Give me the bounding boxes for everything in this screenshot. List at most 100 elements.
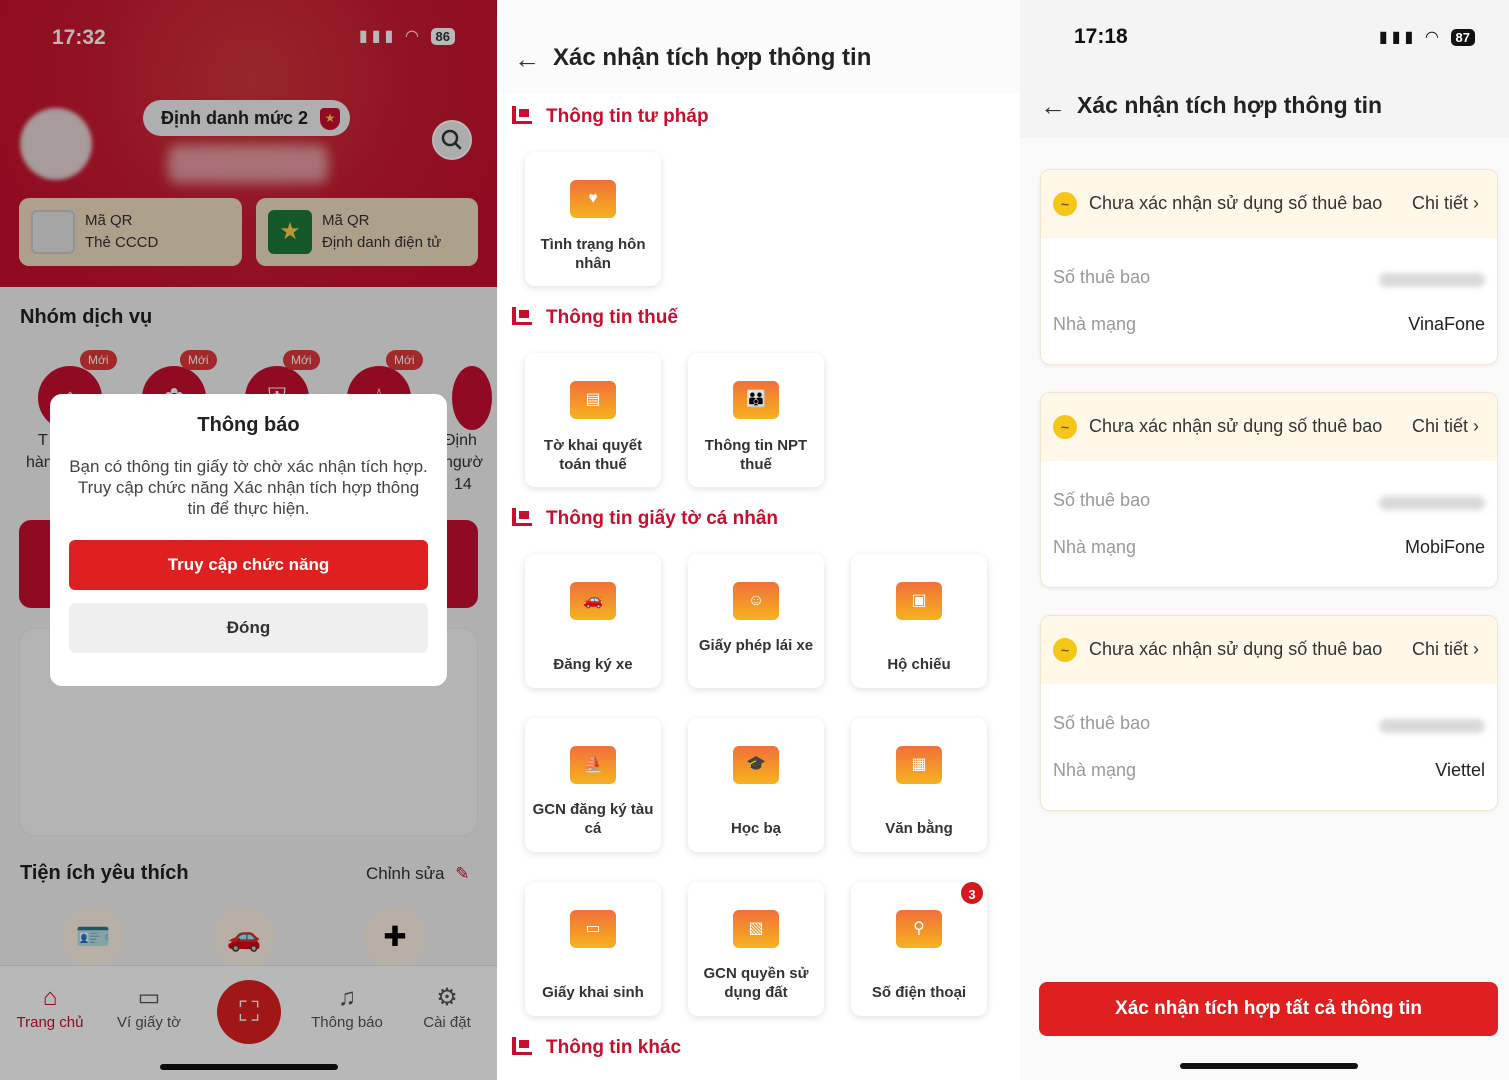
tile-label: Tình trạng hôn nhân — [540, 236, 646, 272]
section-personal-docs: Thông tin giấy tờ cá nhân — [512, 508, 778, 530]
tile-diploma[interactable]: ▦ Văn bằng — [851, 718, 987, 852]
subscription-status: Chưa xác nhận sử dụng số thuê bao — [1089, 416, 1383, 436]
subscriber-number-blurred — [1379, 271, 1485, 292]
carrier-value: MobiFone — [1404, 537, 1485, 557]
tile-marital-status[interactable]: ♥ Tình trạng hôn nhân — [525, 152, 661, 286]
count-badge: 3 — [959, 880, 985, 906]
detail-link[interactable]: Chi tiết › — [1412, 193, 1479, 214]
detail-link[interactable]: Chi tiết › — [1412, 416, 1479, 437]
tile-birth-certificate[interactable]: ▭ Giấy khai sinh — [525, 882, 661, 1016]
carrier-value: VinaFone — [1408, 314, 1485, 334]
section-icon — [512, 106, 532, 124]
modal-message: Bạn có thông tin giấy tờ chờ xác nhận tí… — [69, 457, 428, 518]
driver-icon: ☺ — [733, 582, 779, 620]
notification-modal: Thông báo Bạn có thông tin giấy tờ chờ x… — [50, 394, 447, 686]
diploma-icon: ▦ — [896, 746, 942, 784]
section-title: Thông tin giấy tờ cá nhân — [546, 508, 779, 529]
tile-land-use-certificate[interactable]: ▧ GCN quyền sử dụng đất — [688, 882, 824, 1016]
home-screen: 17:32 ▮▮▮ ◠ 86 Định danh mức 2 ★ Mã QR T… — [0, 0, 497, 1080]
close-button[interactable]: Đóng — [69, 603, 428, 653]
certificate-icon: ▭ — [570, 910, 616, 948]
tile-label: Học bạ — [730, 820, 781, 837]
passport-icon: ▣ — [896, 582, 942, 620]
tile-label: Số điện thoại — [871, 984, 967, 1001]
subscriber-number-label: Số thuê bao — [1053, 267, 1151, 287]
confirm-all-button[interactable]: Xác nhận tích hợp tất cả thông tin — [1039, 982, 1498, 1036]
modal-title: Thông báo — [197, 414, 300, 436]
subscriber-number-blurred — [1379, 717, 1485, 738]
back-arrow-icon[interactable]: ← — [514, 44, 540, 75]
subscriber-number-label: Số thuê bao — [1053, 713, 1151, 733]
tile-tax-dependents[interactable]: 👪 Thông tin NPT thuế — [688, 353, 824, 487]
chevron-right-icon: › — [1473, 639, 1479, 659]
warning-icon: ~ — [1053, 192, 1077, 216]
carrier-label: Nhà mạng — [1053, 314, 1137, 334]
detail-label: Chi tiết — [1411, 639, 1468, 659]
warning-icon: ~ — [1053, 415, 1077, 439]
tile-vehicle-registration[interactable]: 🚗 Đăng ký xe — [525, 554, 661, 688]
back-arrow-icon[interactable]: ← — [1040, 91, 1066, 122]
graduation-cap-icon: 🎓 — [733, 746, 779, 784]
detail-link[interactable]: Chi tiết › — [1412, 639, 1479, 660]
warning-icon: ~ — [1053, 638, 1077, 662]
tile-label: Tờ khai quyết toán thuế — [543, 437, 643, 473]
carrier-label: Nhà mạng — [1053, 537, 1137, 557]
subscription-card-header[interactable]: ~ Chưa xác nhận sử dụng số thuê bao Chi … — [1041, 170, 1497, 238]
tile-label: GCN đăng ký tàu cá — [532, 801, 654, 837]
subscription-card: ~ Chưa xác nhận sử dụng số thuê bao Chi … — [1040, 392, 1498, 588]
carrier-label: Nhà mạng — [1053, 760, 1137, 780]
tile-passport[interactable]: ▣ Hộ chiếu — [851, 554, 987, 688]
car-icon: 🚗 — [570, 582, 616, 620]
section-icon — [512, 307, 532, 325]
tile-label: GCN quyền sử dụng đất — [703, 965, 809, 1001]
marital-status-icon: ♥ — [570, 180, 616, 218]
chevron-right-icon: › — [1473, 193, 1479, 213]
integration-screen: ← Xác nhận tích hợp thông tin Thông tin … — [498, 0, 1020, 1080]
tile-label: Đăng ký xe — [553, 656, 633, 673]
detail-label: Chi tiết — [1411, 416, 1468, 436]
access-feature-button[interactable]: Truy cập chức năng — [69, 540, 428, 590]
subscription-card: ~ Chưa xác nhận sử dụng số thuê bao Chi … — [1040, 615, 1498, 811]
subscriber-confirm-screen: 17:18 ▮▮▮ ◠ 87 ← Xác nhận tích hợp thông… — [1020, 0, 1509, 1080]
page-title: Xác nhận tích hợp thông tin — [553, 44, 872, 71]
tile-driving-license[interactable]: ☺ Giấy phép lái xe — [688, 554, 824, 688]
subscription-status: Chưa xác nhận sử dụng số thuê bao — [1089, 639, 1383, 659]
boat-icon: ⛵ — [570, 746, 616, 784]
subscriber-number-label: Số thuê bao — [1053, 490, 1151, 510]
tile-label: Văn bằng — [885, 820, 953, 837]
carrier-value: Viettel — [1435, 760, 1485, 780]
section-judicial: Thông tin tư pháp — [512, 106, 709, 128]
tile-fishing-vessel[interactable]: ⛵ GCN đăng ký tàu cá — [525, 718, 661, 852]
tile-label: Giấy phép lái xe — [698, 637, 814, 654]
battery-icon: 87 — [1450, 29, 1475, 46]
tile-school-record[interactable]: 🎓 Học bạ — [688, 718, 824, 852]
tile-label: Thông tin NPT thuế — [704, 437, 808, 473]
section-icon — [512, 1037, 532, 1055]
nav-bar: 17:18 ▮▮▮ ◠ 87 ← Xác nhận tích hợp thông… — [1020, 0, 1509, 138]
land-document-icon: ▧ — [733, 910, 779, 948]
tile-label: Giấy khai sinh — [542, 984, 644, 1001]
subscriber-number-blurred — [1379, 494, 1485, 515]
section-title: Thông tin thuế — [546, 307, 678, 328]
page-title: Xác nhận tích hợp thông tin — [1077, 92, 1383, 118]
status-icons: ▮▮▮ ◠ 87 — [1379, 27, 1475, 47]
antenna-icon: ⚲ — [896, 910, 942, 948]
section-title: Thông tin tư pháp — [546, 106, 709, 127]
detail-label: Chi tiết — [1411, 193, 1468, 213]
chevron-right-icon: › — [1473, 416, 1479, 436]
subscription-card: ~ Chưa xác nhận sử dụng số thuê bao Chi … — [1040, 169, 1498, 365]
tax-document-icon: ▤ — [570, 381, 616, 419]
family-icon: 👪 — [733, 381, 779, 419]
section-tax: Thông tin thuế — [512, 307, 678, 329]
subscription-card-header[interactable]: ~ Chưa xác nhận sử dụng số thuê bao Chi … — [1041, 393, 1497, 461]
home-indicator — [1180, 1063, 1358, 1069]
section-other: Thông tin khác — [512, 1037, 681, 1059]
section-icon — [512, 508, 532, 526]
section-title: Thông tin khác — [546, 1037, 682, 1058]
tile-tax-return[interactable]: ▤ Tờ khai quyết toán thuế — [525, 353, 661, 487]
tile-phone-number[interactable]: ⚲ Số điện thoại 3 — [851, 880, 987, 1016]
subscription-card-header[interactable]: ~ Chưa xác nhận sử dụng số thuê bao Chi … — [1041, 616, 1497, 684]
subscription-status: Chưa xác nhận sử dụng số thuê bao — [1089, 193, 1383, 213]
wifi-icon: ◠ — [1425, 29, 1443, 46]
tile-label: Hộ chiếu — [887, 656, 951, 673]
